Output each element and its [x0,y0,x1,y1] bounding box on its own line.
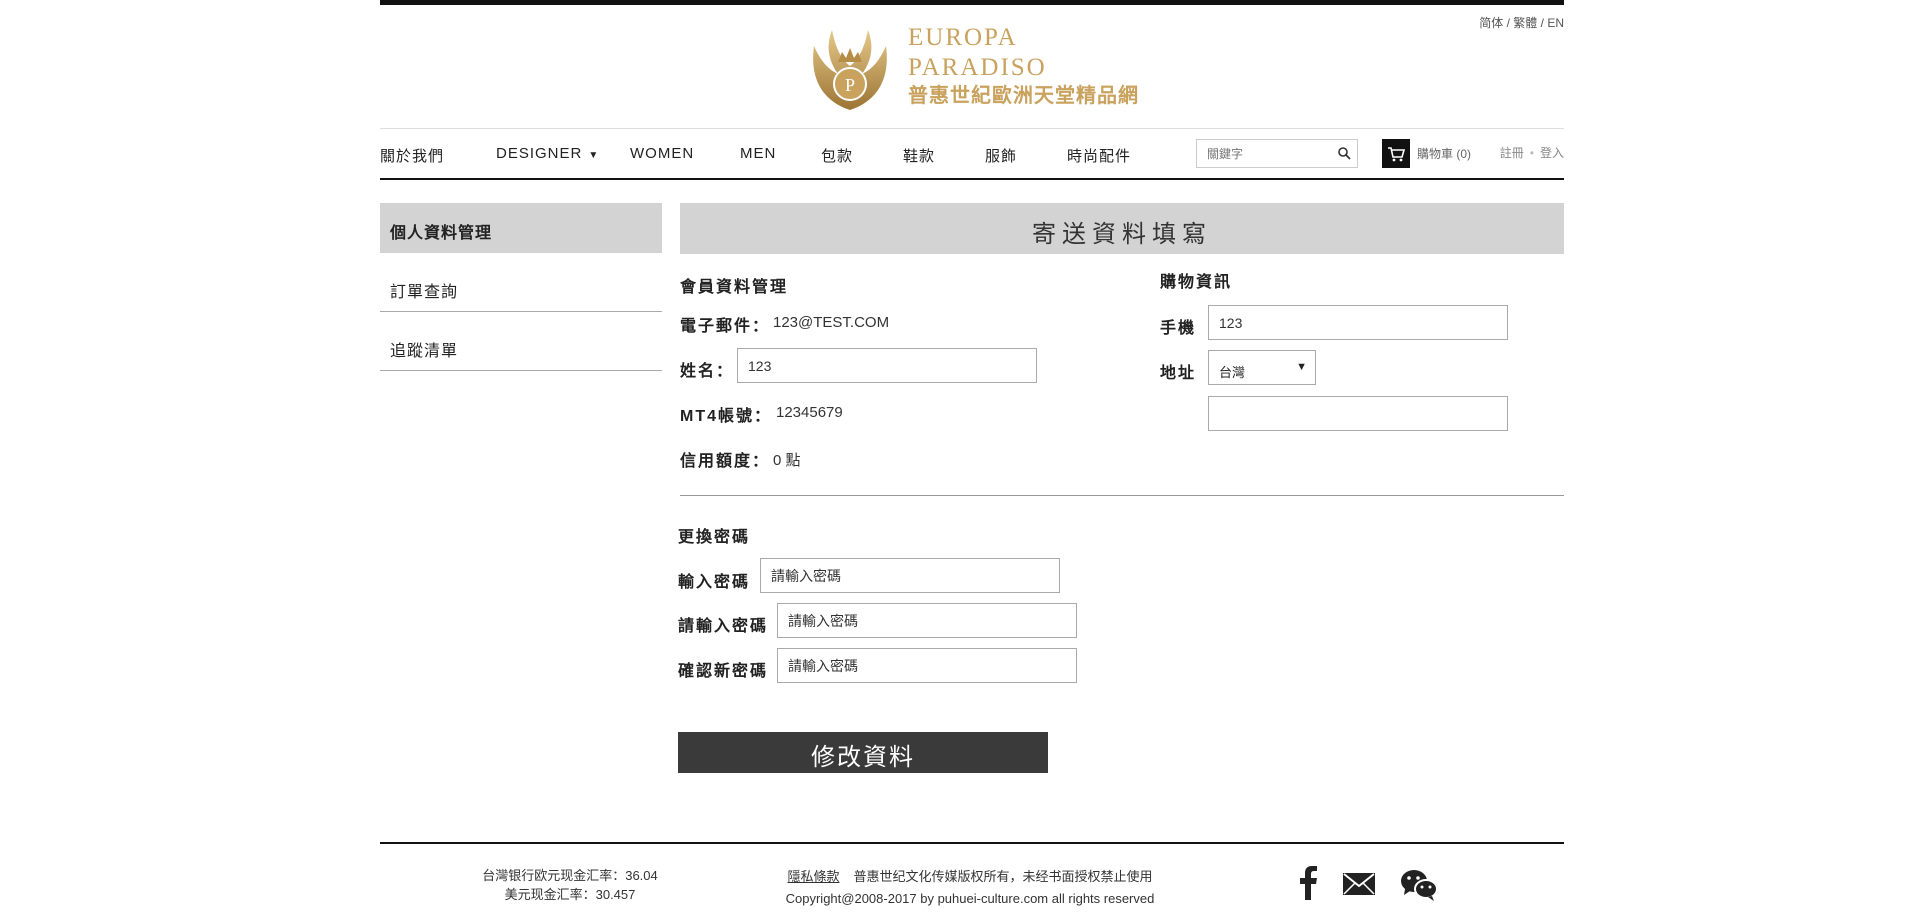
nav-item-shoes[interactable]: 鞋款 [903,145,935,166]
exchange-rates: 台灣银行欧元现金汇率：36.04 美元现金汇率：30.457 [380,866,760,904]
main-content: 寄送資料填寫 [680,203,1564,254]
lang-sep: / [1537,16,1548,30]
header: 简体 / 繁體 / EN P EUROPA PARADISO 普惠世紀歐洲天堂精… [380,0,1564,128]
privacy-link[interactable]: 隱私條款 [787,869,839,884]
facebook-icon[interactable] [1298,866,1318,900]
wechat-icon[interactable] [1400,868,1438,902]
rights-text: 普惠世纪文化传媒版权所有，未经书面授权禁止使用 [853,869,1153,884]
nav-item-bags[interactable]: 包款 [821,145,853,166]
site-logo[interactable]: P EUROPA PARADISO 普惠世紀歐洲天堂精品網 [804,18,1154,114]
nav-item-men[interactable]: MEN [740,145,776,162]
password-reenter-field[interactable] [777,603,1077,638]
lang-english[interactable]: EN [1547,16,1564,30]
credit-value: 0 點 [773,452,801,469]
page-title: 寄送資料填寫 [680,203,1564,254]
password-confirm-field[interactable] [777,648,1077,683]
cart-icon [1388,147,1406,162]
phone-field[interactable] [1208,305,1508,340]
nav-item-about[interactable]: 關於我們 [380,145,444,166]
auth-separator: • [1529,146,1534,160]
main-nav: 關於我們 DESIGNER ▼ WOMEN MEN 包款 鞋款 服飾 時尚配件 購… [380,128,1564,180]
footer-divider [380,842,1564,844]
mt4-value: 12345679 [776,404,843,421]
search-input[interactable] [1197,140,1327,167]
update-profile-button[interactable]: 修改資料 [678,732,1048,773]
cart-button[interactable] [1382,139,1410,168]
language-switcher: 简体 / 繁體 / EN [1479,14,1564,31]
nav-item-apparel[interactable]: 服飾 [985,145,1017,166]
mail-icon[interactable] [1342,872,1376,896]
login-link[interactable]: 登入 [1540,146,1564,160]
nav-item-accessories[interactable]: 時尚配件 [1067,145,1131,166]
member-section-title: 會員資料管理 [680,279,789,296]
password-reenter-label: 請輸入密碼 [678,618,769,635]
email-value: 123@TEST.COM [773,314,890,331]
copyright-block: 隱私條款 普惠世纪文化传媒版权所有，未经书面授权禁止使用 Copyright@20… [720,866,1220,910]
logo-text-en: EUROPA PARADISO [908,24,1047,81]
section-divider [680,495,1564,496]
address-field[interactable] [1208,396,1508,431]
address-label: 地址 [1160,365,1197,382]
name-field[interactable] [737,348,1037,383]
rate-usd: 美元现金汇率：30.457 [504,887,636,902]
phone-label: 手機 [1160,320,1197,337]
sidebar-item-orders[interactable]: 訂單查詢 [380,253,662,312]
cart-count[interactable]: 購物車 (0) [1417,145,1471,162]
lang-traditional[interactable]: 繁體 [1513,16,1537,30]
lang-sep: / [1503,16,1514,30]
country-select[interactable]: 台灣 ▼ [1208,350,1316,385]
search-icon[interactable] [1337,146,1351,160]
shopping-section-title: 購物資訊 [1160,274,1233,291]
nav-item-designer[interactable]: DESIGNER ▼ [496,145,599,162]
logo-text-zh: 普惠世紀歐洲天堂精品網 [908,85,1139,107]
chevron-down-icon: ▼ [1296,361,1307,373]
svg-text:P: P [845,75,855,95]
lang-simplified[interactable]: 简体 [1479,16,1503,30]
name-label: 姓名： [680,363,735,380]
copyright-text: Copyright@2008-2017 by puhuei-culture.co… [785,891,1155,906]
sidebar: 個人資料管理 訂單查詢 追蹤清單 [380,203,662,371]
password-confirm-label: 確認新密碼 [678,663,769,680]
caret-down-icon: ▼ [588,150,600,161]
logo-text: EUROPA PARADISO 普惠世紀歐洲天堂精品網 [908,23,1154,109]
sidebar-item-profile[interactable]: 個人資料管理 [380,203,662,253]
password-label: 輸入密碼 [678,574,751,591]
mt4-label: MT4帳號： [680,408,773,425]
password-section-title: 更換密碼 [678,529,751,546]
nav-item-women[interactable]: WOMEN [630,145,694,162]
email-label: 電子郵件： [680,318,771,335]
auth-links: 註冊 • 登入 [1500,144,1564,161]
country-select-value: 台灣 [1219,365,1246,380]
sidebar-item-watchlist[interactable]: 追蹤清單 [380,312,662,371]
rate-eur: 台灣银行欧元现金汇率：36.04 [482,868,658,883]
nav-item-designer-label: DESIGNER [496,145,583,162]
crown-emblem-icon: P [813,30,887,110]
password-field[interactable] [760,558,1060,593]
search-box [1196,139,1358,168]
credit-label: 信用額度： [680,453,771,470]
register-link[interactable]: 註冊 [1500,146,1524,160]
